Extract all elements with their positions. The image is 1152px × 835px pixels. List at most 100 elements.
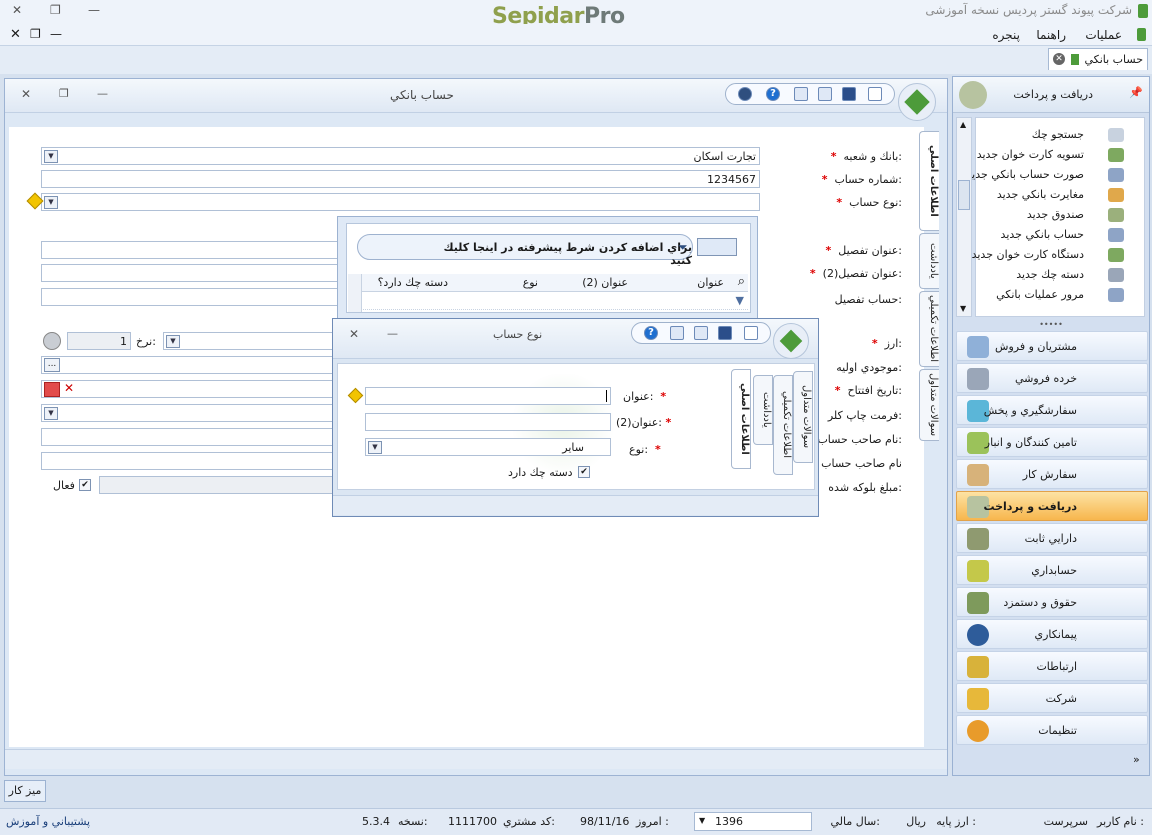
help-icon[interactable]: ?: [644, 326, 658, 340]
scroll-down-icon[interactable]: ▼: [960, 304, 966, 313]
desktop-button[interactable]: ميز كار: [4, 780, 46, 802]
menu-help[interactable]: راهنما: [1036, 28, 1066, 42]
col-has-checkbook[interactable]: دسته چك دارد؟: [378, 276, 448, 289]
ellipsis-button[interactable]: ...: [44, 358, 60, 372]
col-title[interactable]: عنوان: [697, 276, 724, 289]
restore-icon[interactable]: ❐: [50, 3, 61, 17]
tab-extra-info[interactable]: اطلاعات تكميلي: [919, 291, 939, 367]
minimize-icon[interactable]: —: [97, 87, 108, 100]
fiscal-year-select[interactable]: 1396 ▼: [694, 812, 812, 831]
sidebar-scrollbar[interactable]: ▲ ▼: [956, 117, 972, 317]
currency-select[interactable]: ▼: [163, 332, 341, 350]
grid-filter-row[interactable]: ▼: [350, 294, 748, 310]
save-new-icon[interactable]: [818, 87, 832, 101]
nav-accounting[interactable]: حسابداري: [956, 555, 1148, 585]
subitem-new-bank-account[interactable]: حساب بانكي جديد: [1001, 228, 1084, 241]
nav-settings[interactable]: تنظيمات: [956, 715, 1148, 745]
help-icon[interactable]: ?: [766, 87, 780, 101]
detail-title2-input[interactable]: [41, 264, 341, 282]
close-icon[interactable]: ✕: [1053, 53, 1065, 65]
dialog-tab-faq[interactable]: سوالات متداول: [793, 371, 813, 463]
minimize-icon[interactable]: —: [387, 327, 398, 340]
save-icon[interactable]: [842, 87, 856, 101]
minimize-icon[interactable]: —: [88, 3, 100, 17]
calendar-icon[interactable]: [44, 382, 60, 397]
subitem-new-cashbox[interactable]: صندوق جديد: [1027, 208, 1084, 221]
tab-bank-account[interactable]: حساب بانکي ✕: [1048, 48, 1148, 70]
nav-receipt-payment[interactable]: دريافت و پرداخت: [956, 491, 1148, 521]
subitem-check-search[interactable]: جستجو چك: [1032, 128, 1084, 141]
restore-icon[interactable]: ❐: [59, 87, 69, 100]
expand-icon[interactable]: »: [1133, 753, 1140, 766]
chevron-down-icon[interactable]: ▼: [44, 196, 58, 209]
close-icon[interactable]: ✕: [10, 27, 21, 42]
bank-select[interactable]: تجارت اسكان ▼: [41, 147, 760, 165]
nav-contracting[interactable]: پيمانكاري: [956, 619, 1148, 649]
owner-name2-input[interactable]: [41, 452, 341, 470]
chevron-down-icon[interactable]: ▼: [368, 441, 382, 454]
chevron-down-icon[interactable]: ▼: [44, 407, 58, 420]
dialog-tab-extra-info[interactable]: اطلاعات تكميلي: [773, 375, 793, 475]
account-type-select[interactable]: ▼: [41, 193, 760, 211]
filter-input[interactable]: [697, 238, 737, 256]
tab-faq[interactable]: سوالات متداول: [919, 369, 939, 441]
minimize-icon[interactable]: —: [50, 27, 62, 41]
blocked-amount-input[interactable]: [99, 476, 341, 494]
scroll-up-icon[interactable]: ▲: [960, 120, 966, 129]
close-icon[interactable]: ✕: [349, 327, 359, 341]
detail-account-input[interactable]: [41, 288, 341, 306]
account-number-input[interactable]: 1234567: [41, 170, 760, 188]
menu-operations[interactable]: عملیات: [1085, 28, 1122, 42]
chevron-down-icon[interactable]: ▼: [699, 816, 705, 825]
col-type[interactable]: نوع: [523, 276, 538, 289]
subitem-card-settlement[interactable]: تسويه كارت خوان جديد: [977, 148, 1084, 161]
owner-name-input[interactable]: [41, 428, 341, 446]
close-icon[interactable]: ✕: [21, 87, 31, 101]
dialog-title-input[interactable]: [365, 387, 611, 405]
chevron-down-icon[interactable]: ▼: [166, 335, 180, 348]
filter-bar[interactable]: براي اضافه كردن شرط پيشرفته در اينجا كلي…: [357, 234, 693, 267]
has-checkbook-checkbox[interactable]: ✔: [578, 466, 590, 478]
check-print-select[interactable]: ▼: [41, 404, 341, 422]
dialog-tab-main-info[interactable]: اطلاعات اصلي: [731, 369, 751, 469]
nav-company[interactable]: شركت: [956, 683, 1148, 713]
pin-icon[interactable]: 📌: [1129, 86, 1143, 99]
detail-title-input[interactable]: [41, 241, 341, 259]
chevron-down-icon[interactable]: ▼: [44, 150, 58, 163]
save-close-icon[interactable]: [670, 326, 684, 340]
subitem-bank-reconciliation[interactable]: مغايرت بانكي جديد: [997, 188, 1084, 201]
nav-fixed-assets[interactable]: دارايي ثابت: [956, 523, 1148, 553]
dialog-title2-input[interactable]: [365, 413, 611, 431]
subitem-new-card-reader[interactable]: دستگاه كارت خوان جديد: [972, 248, 1084, 261]
nav-retail[interactable]: خرده فروشي: [956, 363, 1148, 393]
subitem-bank-statement[interactable]: صورت حساب بانكي جديد: [966, 168, 1084, 181]
nav-communications[interactable]: ارتباطات: [956, 651, 1148, 681]
subitem-bank-operations[interactable]: مرور عمليات بانكي: [996, 288, 1084, 301]
search-icon[interactable]: ⌕: [738, 274, 745, 289]
nav-payroll[interactable]: حقوق و دستمزد: [956, 587, 1148, 617]
subitem-new-checkbook[interactable]: دسته چك جديد: [1016, 268, 1084, 281]
initial-balance-input[interactable]: ...: [41, 356, 341, 374]
menu-window[interactable]: پنجره: [992, 28, 1020, 42]
splitter[interactable]: •••••: [953, 321, 1149, 331]
open-date-input[interactable]: ✕: [41, 380, 341, 398]
rate-input[interactable]: 1: [67, 332, 131, 350]
new-icon[interactable]: [744, 326, 758, 340]
dialog-tab-notes[interactable]: يادداشت: [753, 375, 773, 445]
close-icon[interactable]: ✕: [12, 3, 22, 17]
save-new-icon[interactable]: [694, 326, 708, 340]
save-close-icon[interactable]: [794, 87, 808, 101]
nav-work-order[interactable]: سفارش كار: [956, 459, 1148, 489]
nav-customers-sales[interactable]: مشتريان و فروش: [956, 331, 1148, 361]
active-checkbox[interactable]: ✔: [79, 479, 91, 491]
tab-main-info[interactable]: اطلاعات اصلي: [919, 131, 939, 231]
save-icon[interactable]: [718, 326, 732, 340]
nav-order-distribution[interactable]: سفارشگيري و پخش: [956, 395, 1148, 425]
nav-suppliers-inventory[interactable]: تامين كنندگان و انبار: [956, 427, 1148, 457]
tools-icon[interactable]: [738, 87, 752, 101]
dialog-type-select[interactable]: سایر ▼: [365, 438, 611, 456]
restore-icon[interactable]: ❐: [30, 27, 41, 41]
scroll-thumb[interactable]: [958, 180, 970, 210]
support-link[interactable]: پشتيباني و آموزش: [6, 815, 90, 828]
grid-scrollbar[interactable]: [348, 274, 362, 312]
